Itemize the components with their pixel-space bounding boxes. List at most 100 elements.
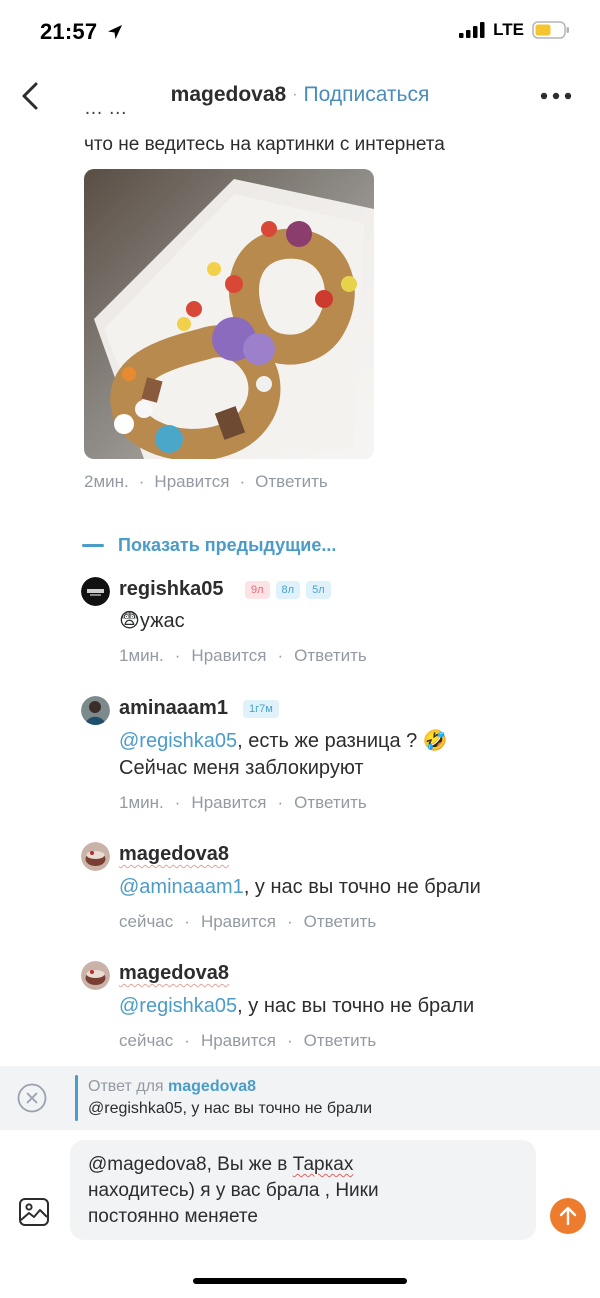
post-text-clipped: … …: [84, 110, 127, 122]
cake-photo: [84, 169, 374, 459]
mention-link[interactable]: @regishka05: [119, 995, 237, 1017]
reply-context-bar: Ответ для magedova8 @regishka05, у нас в…: [0, 1066, 600, 1130]
cancel-reply-button[interactable]: [17, 1083, 47, 1113]
home-indicator: [193, 1278, 407, 1284]
badge: 8л: [275, 581, 301, 599]
nav-username[interactable]: magedova8: [171, 83, 287, 106]
close-circle-icon: [17, 1083, 47, 1113]
show-previous-button[interactable]: Показать предыдущие...: [82, 535, 336, 556]
comment-username[interactable]: regishka05: [119, 578, 224, 601]
comment-meta: 1мин. · Нравится · Ответить: [119, 793, 367, 813]
avatar-image: [81, 961, 110, 990]
network-type: LTE: [493, 20, 524, 39]
comment-text-line: Сейчас меня заблокируют: [119, 757, 364, 779]
comments-scroll-area[interactable]: … … что не ведитесь на картинки с интерн…: [0, 110, 600, 1065]
badge: 1г7м: [243, 700, 279, 718]
comment-text: @regishka05, у нас вы точно не брали: [119, 995, 475, 1017]
mention-link[interactable]: @aminaaam1: [119, 876, 244, 898]
comment-username[interactable]: aminaaam1: [119, 697, 228, 720]
reply-button[interactable]: Ответить: [304, 912, 377, 931]
comment-text: @aminaaam1, у нас вы точно не брали: [119, 876, 481, 898]
avatar-image: [81, 577, 110, 606]
composer-line: @magedova8, Вы же в Тарках: [88, 1154, 354, 1175]
nav-title: magedova8 · Подписаться: [0, 83, 600, 107]
post-reply-button[interactable]: Ответить: [255, 472, 328, 491]
badges: 1г7м: [243, 700, 279, 718]
post-time: 2мин.: [84, 472, 129, 491]
subscribe-button[interactable]: Подписаться: [304, 83, 430, 106]
like-button[interactable]: Нравится: [191, 646, 266, 665]
meta-separator: ·: [184, 912, 190, 931]
badges: 9л 8л 5л: [245, 581, 331, 599]
reply-button[interactable]: Ответить: [294, 646, 367, 665]
like-button[interactable]: Нравится: [201, 912, 276, 931]
post-text-line: что не ведитесь на картинки с интернета: [84, 134, 445, 155]
nav-separator: ·: [292, 86, 298, 104]
post-photo[interactable]: [84, 169, 374, 459]
reply-header: Ответ для magedova8: [88, 1078, 257, 1095]
reply-quote: @regishka05, у нас вы точно не брали: [88, 1100, 373, 1117]
comment-time: сейчас: [119, 912, 174, 931]
comment: magedova8 @aminaaam1, у нас вы точно не …: [81, 842, 581, 932]
reply-accent-line: [75, 1075, 78, 1121]
meta-separator: ·: [277, 646, 284, 665]
comment-time: 1мин.: [119, 646, 164, 665]
comment-username[interactable]: magedova8: [119, 843, 229, 866]
status-time-text: 21:57: [40, 19, 98, 44]
meta-separator: ·: [174, 646, 181, 665]
meta-separator: ·: [286, 1031, 293, 1050]
meta-separator: ·: [174, 793, 181, 812]
more-button[interactable]: [536, 78, 576, 114]
comment-meta: сейчас · Нравится · Ответить: [119, 912, 376, 932]
status-bar: 21:57 LTE: [0, 0, 600, 66]
comment-text: @regishka05, есть же разница ? 🤣: [119, 730, 448, 752]
status-indicators: LTE: [459, 20, 570, 40]
mention-link[interactable]: @regishka05: [119, 730, 237, 752]
composer: @magedova8, Вы же в Тарках находитесь) я…: [0, 1130, 600, 1298]
misspelled-word: Тарках: [292, 1154, 354, 1175]
image-icon: [19, 1198, 49, 1226]
avatar[interactable]: [81, 961, 110, 990]
comment-meta: сейчас · Нравится · Ответить: [119, 1031, 376, 1051]
reply-button[interactable]: Ответить: [294, 793, 367, 812]
meta-separator: ·: [286, 912, 293, 931]
reply-button[interactable]: Ответить: [304, 1031, 377, 1050]
like-button[interactable]: Нравится: [191, 793, 266, 812]
show-previous-dash: [82, 544, 104, 547]
post-like-button[interactable]: Нравится: [154, 472, 229, 491]
badge: 9л: [245, 581, 270, 599]
comment: magedova8 @regishka05, у нас вы точно не…: [81, 961, 581, 1051]
avatar[interactable]: [81, 696, 110, 725]
comment-text: 😨ужас: [119, 610, 185, 632]
composer-line: постоянно меняете: [88, 1206, 258, 1227]
arrow-up-icon: [559, 1206, 577, 1226]
battery-icon: [532, 21, 569, 39]
emoji: 😨: [119, 610, 140, 632]
avatar-image: [81, 842, 110, 871]
meta-separator: ·: [184, 1031, 190, 1050]
meta-separator: ·: [138, 472, 145, 491]
send-button[interactable]: [550, 1198, 586, 1234]
avatar[interactable]: [81, 577, 110, 606]
badge: 5л: [306, 581, 331, 599]
attach-photo-button[interactable]: [18, 1196, 50, 1228]
comment: regishka05 9л 8л 5л 😨ужас 1мин. · Нравится…: [81, 577, 581, 667]
more-horizontal-icon: [540, 92, 572, 100]
location-arrow-icon: [107, 25, 122, 39]
signal-icon: [459, 22, 485, 38]
comment-meta: 1мин. · Нравится · Ответить: [119, 646, 367, 666]
show-previous-label: Показать предыдущие...: [118, 535, 337, 555]
avatar-image: [81, 696, 110, 725]
comment-username[interactable]: magedova8: [119, 962, 229, 985]
comment-time: сейчас: [119, 1031, 174, 1050]
comment: aminaaam1 1г7м @regishka05, есть же разн…: [81, 696, 581, 816]
post-meta: 2мин. · Нравится · Ответить: [84, 472, 328, 492]
meta-separator: ·: [239, 472, 246, 491]
comment-time: 1мин.: [119, 793, 164, 812]
like-button[interactable]: Нравится: [201, 1031, 276, 1050]
meta-separator: ·: [277, 793, 284, 812]
reply-username: magedova8: [168, 1078, 257, 1095]
status-time: 21:57: [40, 19, 124, 45]
avatar[interactable]: [81, 842, 110, 871]
comment-input[interactable]: @magedova8, Вы же в Тарках находитесь) я…: [70, 1140, 536, 1240]
